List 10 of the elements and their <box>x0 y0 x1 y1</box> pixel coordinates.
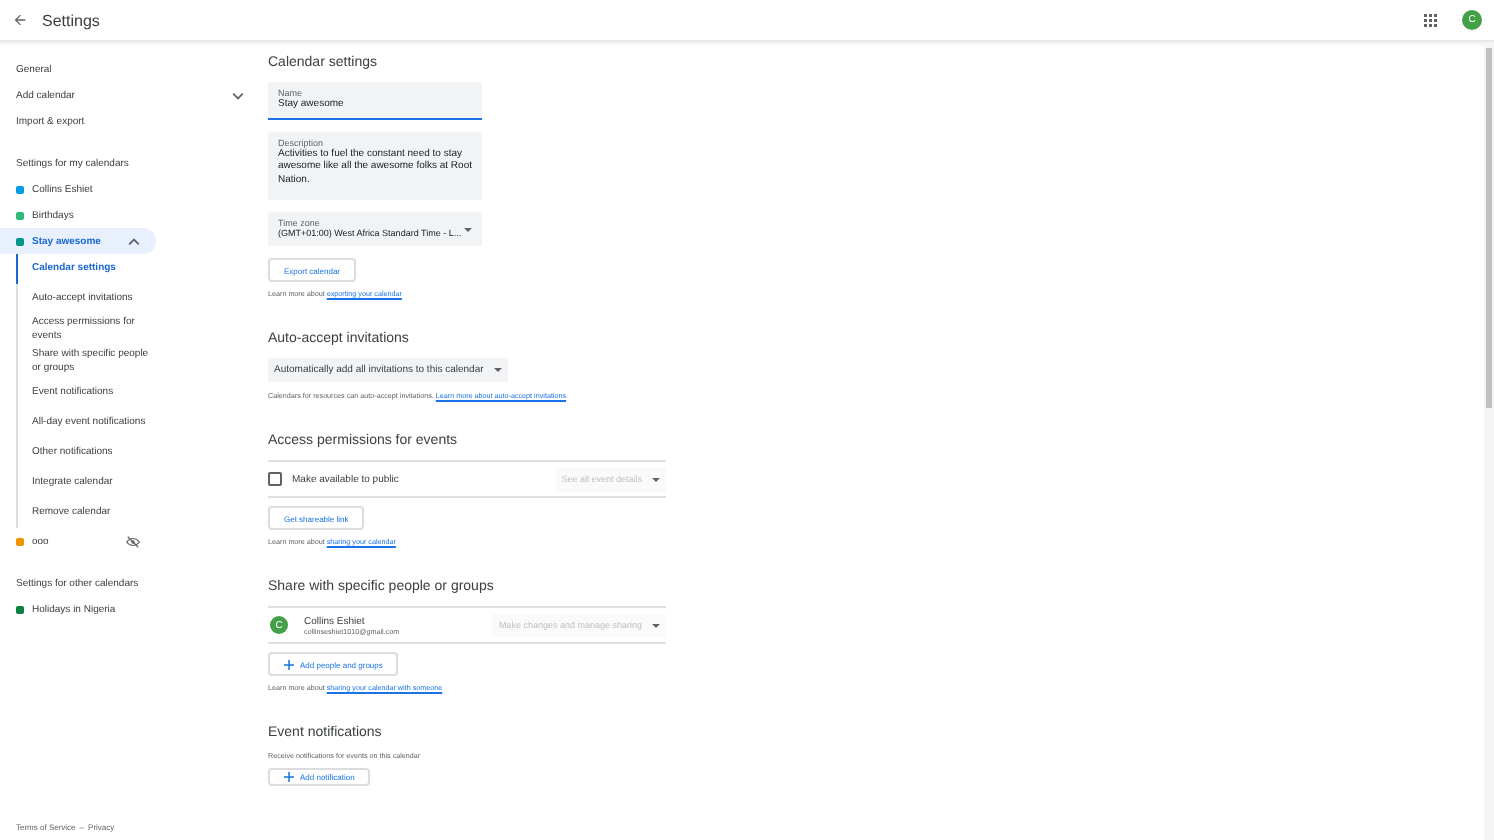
back-arrow-icon[interactable] <box>12 12 28 28</box>
eye-off-icon[interactable] <box>126 535 140 547</box>
checkbox[interactable] <box>268 472 282 486</box>
plus-icon <box>284 772 294 782</box>
apps-grid-icon[interactable] <box>1424 13 1438 27</box>
page-title: Settings <box>42 11 100 29</box>
scrollbar-thumb[interactable] <box>1486 48 1492 408</box>
dropdown-arrow-icon <box>464 227 472 231</box>
plus-icon <box>284 659 294 669</box>
chevron-icon <box>232 91 244 99</box>
